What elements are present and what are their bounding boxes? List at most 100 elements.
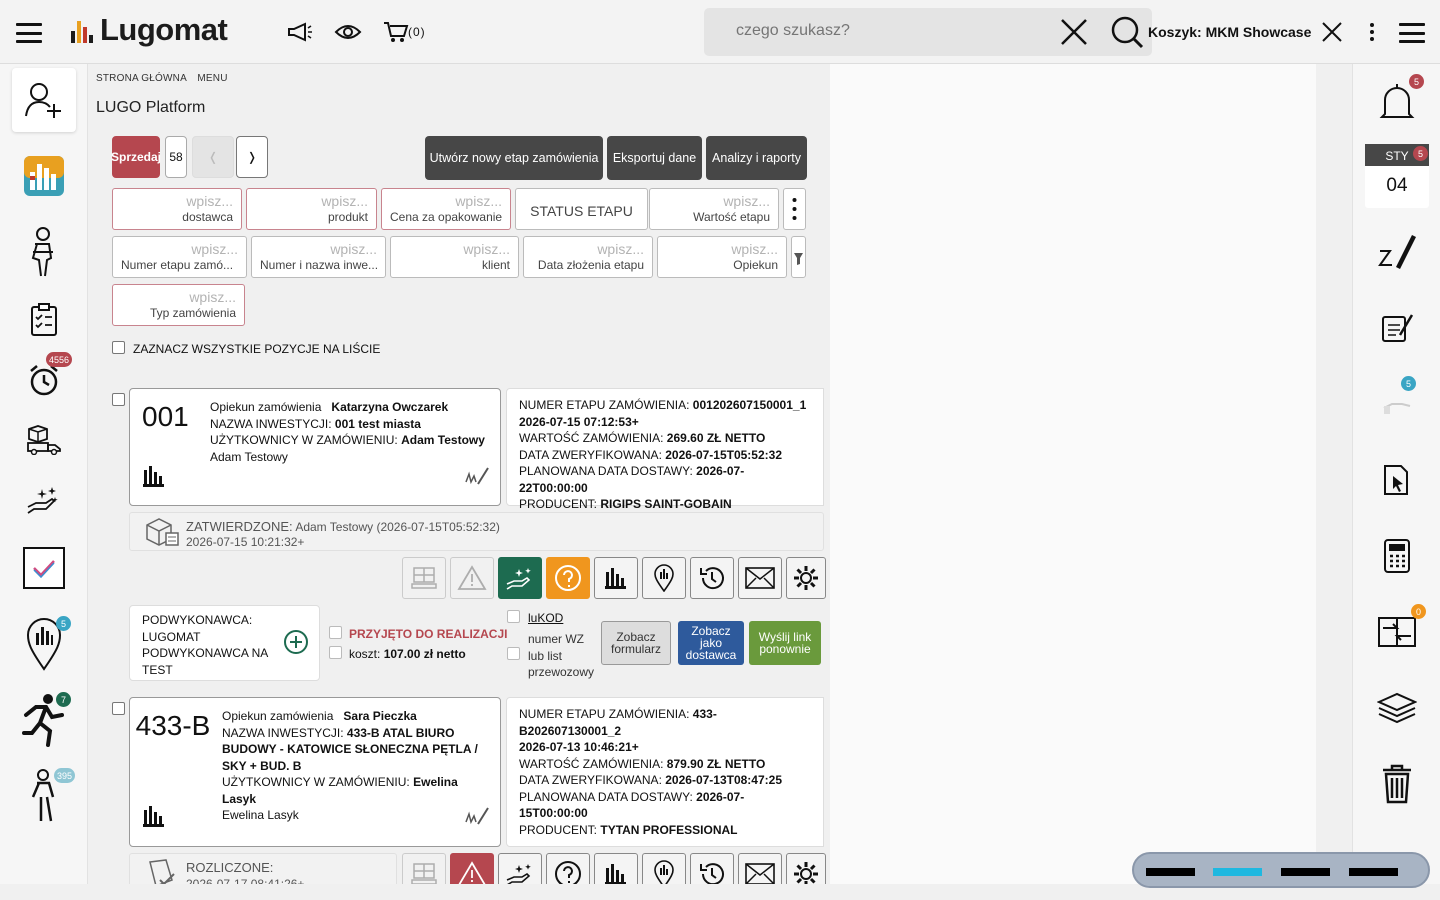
view-as-supplier-button[interactable]: Zobacz jako dostawca xyxy=(678,621,744,665)
filter-keeper[interactable]: wpisz... Opiekun xyxy=(657,236,787,278)
export-button[interactable]: Eksportuj dane xyxy=(607,136,702,180)
order-number: 433-B xyxy=(135,710,211,741)
filter-submit-date[interactable]: wpisz... Data złożenia etapu xyxy=(523,236,653,278)
history-icon xyxy=(700,863,724,884)
filter-funnel-button[interactable] xyxy=(791,236,806,278)
view-form-button[interactable]: Zobacz formularz xyxy=(601,621,671,665)
location-button[interactable] xyxy=(642,853,686,884)
order-card[interactable]: 433-B Opiekun zamówienia Sara Pieczka NA… xyxy=(129,697,501,847)
walker-button[interactable]: 395 xyxy=(12,764,76,828)
page-dot-1[interactable] xyxy=(1146,868,1195,876)
warning-icon xyxy=(458,861,486,884)
offer-button[interactable] xyxy=(12,468,76,532)
hand-button[interactable]: 5 xyxy=(1369,376,1425,432)
new-stage-button[interactable]: Utwórz nowy etap zamówienia xyxy=(425,136,603,180)
swap-button[interactable]: 0 xyxy=(1369,604,1426,660)
search-icon[interactable] xyxy=(1110,15,1144,49)
help-button[interactable] xyxy=(546,557,590,599)
offer-hand-button[interactable] xyxy=(498,853,542,884)
email-button[interactable] xyxy=(738,557,782,599)
stack-button[interactable] xyxy=(1369,680,1425,736)
clipboard-button[interactable] xyxy=(12,288,76,352)
breadcrumb-home[interactable]: STRONA GŁÓWNA xyxy=(96,73,186,84)
history-button[interactable] xyxy=(690,853,734,884)
filter-product[interactable]: wpisz... produkt xyxy=(246,188,377,230)
email-button[interactable] xyxy=(738,853,782,884)
edit-doc-button[interactable] xyxy=(1369,300,1425,356)
worker-button[interactable] xyxy=(12,220,76,284)
offer-hand-button[interactable] xyxy=(498,557,542,599)
cart-label[interactable]: Koszyk: MKM Showcase xyxy=(1148,24,1311,40)
export-doc-button[interactable] xyxy=(1369,452,1425,508)
select-all-checkbox[interactable] xyxy=(112,341,125,354)
megaphone-icon[interactable] xyxy=(286,21,314,43)
order-card[interactable]: 001 Opiekun zamówienia Katarzyna Owczare… xyxy=(129,388,501,506)
eye-icon[interactable] xyxy=(334,22,362,42)
pallet-button[interactable] xyxy=(402,557,446,599)
right-menu-icon[interactable] xyxy=(1399,23,1425,43)
filter-client[interactable]: wpisz... klient xyxy=(390,236,519,278)
close-cart-icon[interactable] xyxy=(1322,22,1342,42)
chart-icon[interactable] xyxy=(143,804,165,828)
chart-icon[interactable] xyxy=(143,464,165,488)
delivery-button[interactable] xyxy=(12,408,76,472)
sell-button[interactable]: Sprzedaj xyxy=(111,136,161,178)
filter-order-type[interactable]: wpisz... Typ zamówienia xyxy=(112,284,245,326)
breadcrumb-menu[interactable]: MENU xyxy=(197,73,227,84)
tasks-button[interactable] xyxy=(12,536,76,600)
location-button[interactable] xyxy=(642,557,686,599)
filter-stage-number[interactable]: wpisz... Numer etapu zamó... xyxy=(112,236,247,278)
filter-investment[interactable]: wpisz... Numer i nazwa inwe... xyxy=(251,236,386,278)
warning-button[interactable] xyxy=(450,557,494,599)
filter-stage-value[interactable]: wpisz... Wartość etapu xyxy=(649,188,779,230)
calendar-widget[interactable]: STY 04 5 xyxy=(1365,144,1429,208)
map-pin-icon xyxy=(654,564,674,592)
stats-button[interactable] xyxy=(594,853,638,884)
prev-page-button[interactable]: ❬ xyxy=(192,136,234,178)
sign-button[interactable] xyxy=(1369,224,1425,280)
warning-button[interactable] xyxy=(450,853,494,884)
more-filters-button[interactable] xyxy=(783,188,806,230)
stats-button[interactable] xyxy=(594,557,638,599)
wz-checkbox[interactable] xyxy=(507,647,520,660)
trash-button[interactable] xyxy=(1369,756,1425,812)
chart-icon xyxy=(605,864,626,884)
help-button[interactable] xyxy=(546,853,590,884)
cart-icon[interactable] xyxy=(383,20,409,44)
signature-icon[interactable] xyxy=(464,804,490,828)
accepted-checkbox[interactable] xyxy=(329,626,342,639)
lukod-checkbox[interactable] xyxy=(507,610,520,623)
settings-button[interactable] xyxy=(786,557,826,599)
pallet-button[interactable] xyxy=(402,853,446,884)
settings-button[interactable] xyxy=(786,853,826,884)
menu-icon[interactable] xyxy=(16,23,42,43)
more-vert-icon[interactable] xyxy=(1368,22,1376,42)
filter-package-price[interactable]: wpisz... Cena za opakowanie xyxy=(381,188,511,230)
filter-supplier[interactable]: wpisz... dostawca xyxy=(112,188,242,230)
logo[interactable]: Lugomat xyxy=(70,12,228,48)
analytics-app-button[interactable] xyxy=(12,144,76,208)
analytics-button[interactable]: Analizy i raporty xyxy=(706,136,807,180)
clear-icon[interactable] xyxy=(1060,18,1088,46)
add-circle-icon[interactable] xyxy=(283,629,309,655)
search-input[interactable] xyxy=(736,22,1036,40)
map-button[interactable]: 5 xyxy=(12,612,76,676)
page-dot-3[interactable] xyxy=(1281,868,1330,876)
resend-link-button[interactable]: Wyślij link ponownie xyxy=(749,621,821,665)
calculator-button[interactable] xyxy=(1369,528,1425,584)
notifications-button[interactable]: 5 xyxy=(1369,74,1425,130)
cost-checkbox[interactable] xyxy=(329,646,342,659)
lukod-link[interactable]: luKOD xyxy=(528,611,563,625)
order-1-checkbox[interactable] xyxy=(112,393,125,406)
filter-stage-status[interactable]: STATUS ETAPU xyxy=(515,188,648,230)
add-user-button[interactable] xyxy=(12,68,76,132)
page-indicator[interactable] xyxy=(1132,852,1430,888)
order-2-checkbox[interactable] xyxy=(112,702,125,715)
page-dot-4[interactable] xyxy=(1349,868,1398,876)
history-button[interactable] xyxy=(690,557,734,599)
runner-button[interactable]: 7 xyxy=(12,688,76,752)
next-page-button[interactable]: ❭ xyxy=(236,136,268,178)
alarm-button[interactable]: 4556 xyxy=(12,348,76,412)
page-dot-2-active[interactable] xyxy=(1213,868,1262,876)
signature-icon[interactable] xyxy=(464,464,490,488)
